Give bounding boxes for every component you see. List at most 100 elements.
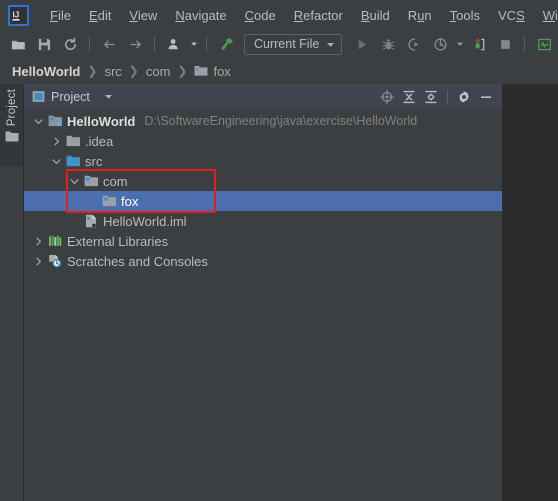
project-panel-title-group[interactable]: Project [32,90,113,104]
user-vcs-icon[interactable] [162,33,186,55]
chevron-down-icon[interactable] [66,171,82,191]
chevron-down-icon[interactable] [326,40,335,49]
chevron-right-icon[interactable] [30,251,46,271]
attach-debugger-icon[interactable] [467,33,491,55]
menu-item-build[interactable]: Build [352,5,399,26]
run-configuration-label: Current File [254,37,320,51]
open-folder-icon[interactable] [6,33,30,55]
toolbar-separator [154,36,155,52]
breadcrumb-label: com [145,63,171,79]
tree-row-label: HelloWorld.iml [103,213,187,229]
module-file-icon [82,211,100,231]
breadcrumb-label: fox [213,63,231,79]
select-opened-file-icon[interactable] [377,87,397,107]
menu-items: File Edit View Navigate Code Refactor Build Run… [41,5,558,26]
tree-row-label: src [85,153,103,169]
toolbar-separator [89,36,90,52]
tree-row-label: com [103,173,128,189]
save-icon[interactable] [32,33,56,55]
project-panel-header: Project [24,84,502,109]
menu-item-view[interactable]: View [120,5,166,26]
breadcrumb-separator: ❯ [128,64,139,78]
breadcrumb-item-helloworld[interactable]: HelloWorld [12,64,80,79]
menu-bar: IJ File Edit View Navigate Code Refactor Build… [0,0,558,30]
tree-row-helloworld[interactable]: HelloWorld D:\SoftwareEngineering\java\ex… [24,111,502,131]
menu-item-tools[interactable]: Tools [441,5,489,26]
project-module-icon [46,111,64,131]
project-panel-title: Project [51,89,90,104]
tree-row-label: Scratches and Consoles [67,253,208,269]
external-libraries-icon [46,231,64,251]
menu-item-edit[interactable]: Edit [80,5,120,26]
menu-item-file[interactable]: File [41,5,80,26]
tree-row-external-libraries[interactable]: External Libraries [24,231,502,251]
main-body: Project Project HelloWorld D:\SoftwareEn… [0,84,558,501]
collapse-all-icon[interactable] [421,87,441,107]
project-tree[interactable]: HelloWorld D:\SoftwareEngineering\java\ex… [24,109,502,501]
breadcrumb-item-fox[interactable]: fox [194,63,231,79]
tree-row-scratches-and-consoles[interactable]: Scratches and Consoles [24,251,502,271]
stripe-tab-project-label: Project [5,89,18,127]
breadcrumb-label: src [104,63,122,79]
hide-minimize-icon[interactable] [476,87,496,107]
breadcrumb-separator: ❯ [87,64,98,78]
chevron-down-icon[interactable] [454,40,465,48]
scratches-icon [46,251,64,271]
tree-row-label: External Libraries [67,233,169,249]
run-configuration-selector[interactable]: Current File [244,33,343,55]
chevron-right-icon[interactable] [48,131,64,151]
arrow-left-icon[interactable] [97,33,121,55]
menu-item-vcs[interactable]: VCS [489,5,534,26]
breadcrumb-item-src[interactable]: src [104,64,121,79]
tree-row-src[interactable]: src [24,151,502,171]
project-tree-rows: HelloWorld D:\SoftwareEngineering\java\ex… [24,111,502,271]
project-tool-window: Project HelloWorld D:\SoftwareEngineerin… [24,84,502,501]
left-tool-window-stripe: Project [0,84,24,501]
debug-bug-icon[interactable] [376,33,400,55]
expand-all-icon[interactable] [399,87,419,107]
profiler-icon[interactable] [428,33,452,55]
arrow-right-icon[interactable] [123,33,147,55]
run-play-icon[interactable] [350,33,374,55]
main-toolbar: Current File [0,30,558,58]
project-panel-actions [377,87,496,107]
tree-row-label: .idea [85,133,114,149]
chevron-down-icon[interactable] [48,151,64,171]
project-view-icon [32,90,45,103]
updates-monitor-icon[interactable] [532,33,556,55]
tree-row-fox[interactable]: fox [24,191,502,211]
menu-item-navigate[interactable]: Navigate [166,5,235,26]
stripe-tab-project[interactable]: Project [0,84,23,166]
tree-row-helloworld-iml[interactable]: HelloWorld.iml [24,211,502,231]
chevron-down-icon[interactable] [104,92,113,101]
tree-row-com[interactable]: com [24,171,502,191]
tree-row-path-hint: D:\SoftwareEngineering\java\exercise\Hel… [144,114,418,128]
menu-item-run[interactable]: Run [399,5,441,26]
menu-item-code[interactable]: Code [236,5,285,26]
build-hammer-icon[interactable] [214,33,238,55]
menu-item-refactor[interactable]: Refactor [285,5,352,26]
chevron-right-icon[interactable] [30,231,46,251]
breadcrumb-separator: ❯ [177,64,188,78]
chevron-down-icon[interactable] [188,40,199,48]
run-with-coverage-icon[interactable] [402,33,426,55]
breadcrumb-item-com[interactable]: com [146,64,171,79]
folder-icon [64,131,82,151]
breadcrumb: HelloWorld ❯ src ❯ com ❯ fox [0,58,558,84]
folder-icon [194,65,208,77]
toolbar-separator [206,36,207,52]
menu-item-window[interactable]: Window [534,5,558,26]
folder-icon [5,130,19,148]
breadcrumb-label: HelloWorld [12,63,81,79]
tree-row-label: fox [121,193,139,209]
stop-square-icon[interactable] [493,33,517,55]
sync-refresh-icon[interactable] [58,33,82,55]
tree-row-idea[interactable]: .idea [24,131,502,151]
panel-action-separator [447,89,448,104]
source-root-icon [64,151,82,171]
settings-gear-icon[interactable] [454,87,474,107]
chevron-down-icon[interactable] [30,111,46,131]
package-folder-icon [100,191,118,211]
